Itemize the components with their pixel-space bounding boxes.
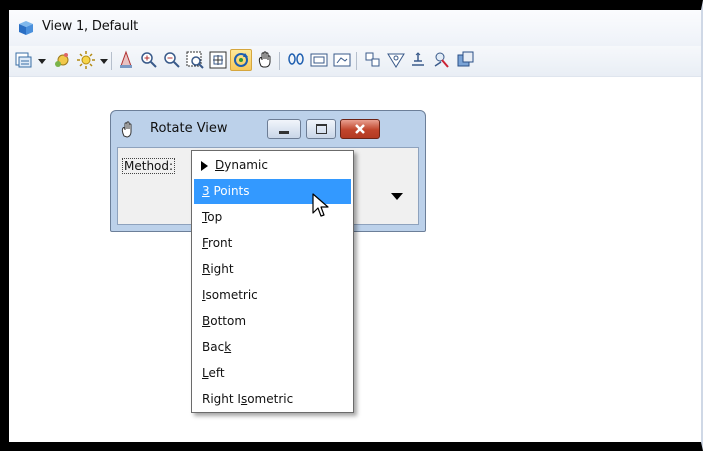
- option-label: Left: [202, 366, 225, 380]
- toolbar-separator: [111, 52, 112, 70]
- toolbar-separator: [356, 52, 357, 70]
- view-previous-icon[interactable]: [285, 49, 307, 71]
- maximize-button[interactable]: [306, 119, 336, 139]
- method-option-front[interactable]: Front: [194, 231, 351, 256]
- render-icon[interactable]: [431, 49, 453, 71]
- view-toolbar: [9, 46, 701, 77]
- option-label: Isometric: [202, 288, 258, 302]
- change-view-perspective-icon[interactable]: [385, 49, 407, 71]
- option-label: Front: [202, 236, 233, 250]
- method-option-bottom[interactable]: Bottom: [194, 309, 351, 334]
- view-titlebar[interactable]: View 1, Default: [9, 10, 701, 46]
- fit-view-icon[interactable]: [207, 49, 229, 71]
- close-icon: [355, 124, 365, 134]
- view-next-icon[interactable]: [308, 49, 330, 71]
- checked-bullet-icon: [201, 161, 208, 171]
- method-option-right[interactable]: Right: [194, 257, 351, 282]
- rotate-hand-icon: [121, 121, 132, 138]
- save-view-icon[interactable]: [454, 49, 476, 71]
- chevron-down-icon[interactable]: [38, 59, 46, 64]
- method-dropdown-list: Dynamic 3 Points Top Front Right Isometr…: [191, 150, 354, 413]
- minimize-icon: [279, 130, 289, 134]
- maximize-icon: [315, 124, 327, 134]
- method-option-isometric[interactable]: Isometric: [194, 283, 351, 308]
- dialog-title: Rotate View: [150, 121, 228, 136]
- toolbar-separator: [279, 52, 280, 70]
- chevron-down-icon[interactable]: [100, 59, 108, 64]
- update-view-icon[interactable]: [115, 49, 137, 71]
- option-label: Bottom: [202, 314, 247, 328]
- option-label: Right: [202, 262, 234, 276]
- dialog-titlebar[interactable]: Rotate View: [111, 111, 425, 147]
- option-label: 3 Points: [202, 184, 250, 198]
- method-option-dynamic[interactable]: Dynamic: [194, 153, 351, 178]
- method-option-right-isometric[interactable]: Right Isometric: [194, 387, 351, 412]
- mouse-pointer-icon: [312, 193, 329, 217]
- method-label: Method:: [121, 158, 176, 174]
- pan-view-icon[interactable]: [254, 49, 276, 71]
- view-tools-icon[interactable]: [408, 49, 430, 71]
- view-cube-icon: [19, 21, 33, 35]
- window-area-icon[interactable]: [184, 49, 206, 71]
- method-option-back[interactable]: Back: [194, 335, 351, 360]
- method-option-left[interactable]: Left: [194, 361, 351, 386]
- zoom-in-icon[interactable]: [138, 49, 160, 71]
- clip-volume-icon[interactable]: [331, 49, 353, 71]
- display-style-icon[interactable]: [51, 49, 73, 71]
- zoom-out-icon[interactable]: [161, 49, 183, 71]
- option-label: Right Isometric: [202, 392, 294, 406]
- method-dropdown-arrow-icon[interactable]: [391, 193, 403, 200]
- window-title: View 1, Default: [42, 19, 139, 34]
- option-label: Back: [202, 340, 232, 354]
- option-label: Top: [202, 210, 223, 224]
- camera-icon[interactable]: [362, 49, 384, 71]
- rotate-view-icon[interactable]: [230, 49, 252, 71]
- close-button[interactable]: [340, 119, 380, 139]
- render-lights-icon[interactable]: [75, 49, 97, 71]
- view-attributes-icon[interactable]: [13, 49, 35, 71]
- option-label: Dynamic: [215, 158, 268, 172]
- minimize-button[interactable]: [267, 119, 301, 139]
